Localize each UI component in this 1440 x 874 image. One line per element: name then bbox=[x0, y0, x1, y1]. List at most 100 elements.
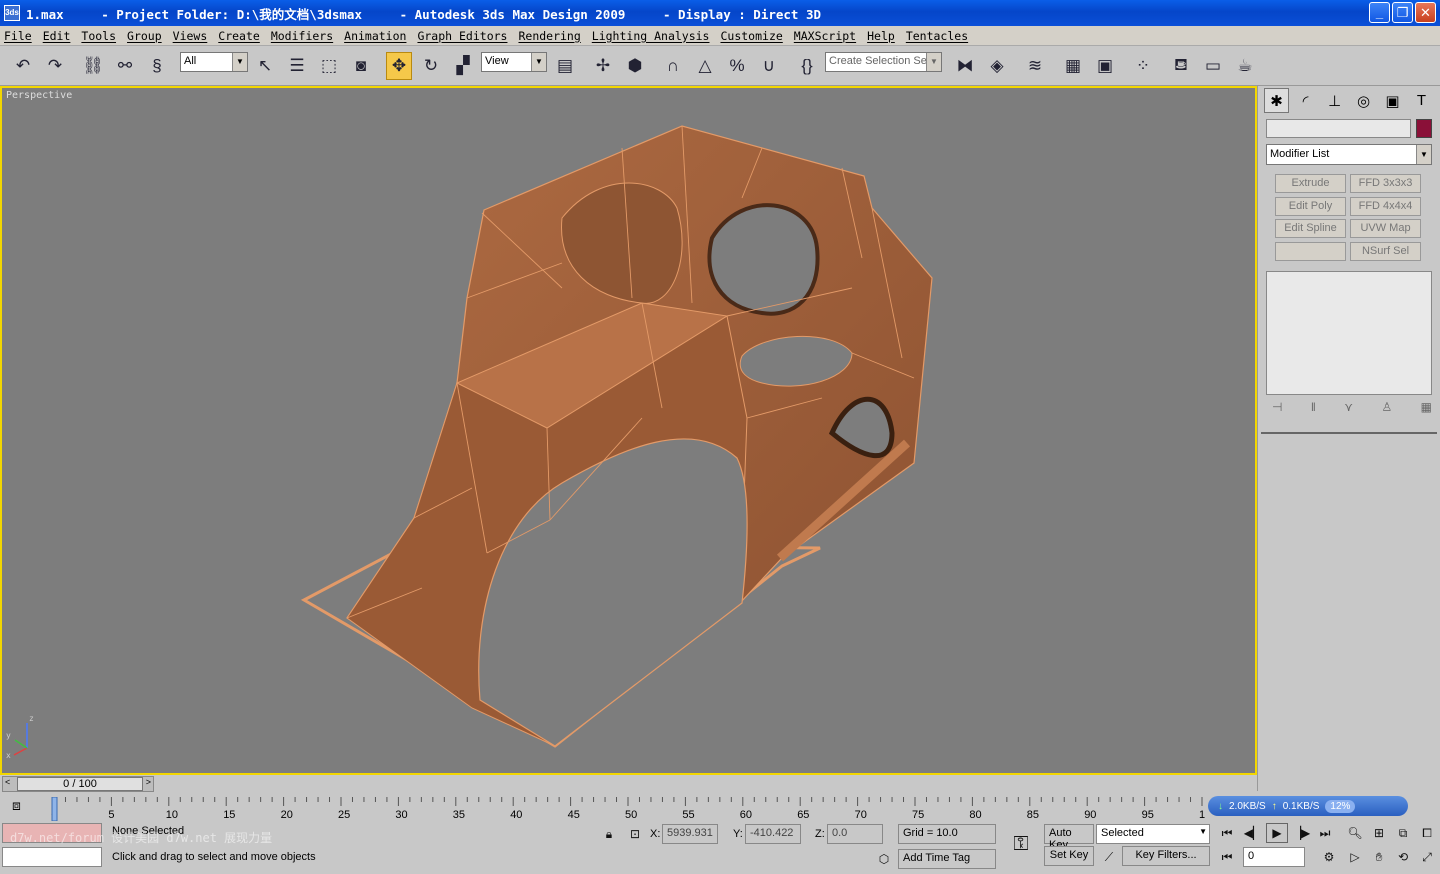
display-tab-icon[interactable]: ▣ bbox=[1380, 88, 1405, 113]
menu-tools[interactable]: Tools bbox=[81, 29, 116, 43]
modifier-button-ffd-4x4x4[interactable]: FFD 4x4x4 bbox=[1350, 197, 1421, 216]
maximize-viewport-icon[interactable]: ⤢ bbox=[1416, 847, 1438, 867]
modifier-button-nsurf-sel[interactable]: NSurf Sel bbox=[1350, 242, 1421, 261]
menu-tentacles[interactable]: Tentacles bbox=[906, 29, 968, 43]
default-tangents-icon[interactable]: ⟋ bbox=[1098, 847, 1120, 867]
current-frame-field[interactable]: 0 bbox=[1243, 847, 1305, 867]
set-keys-key-icon[interactable]: ⚿ bbox=[1008, 831, 1034, 857]
minimize-button[interactable]: _ bbox=[1369, 2, 1390, 23]
zoom-extents-all-icon[interactable]: ⧠ bbox=[1416, 823, 1438, 843]
selection-filter-dropdown[interactable]: All ▼ bbox=[180, 52, 248, 72]
rectangular-selection-icon[interactable]: ⬚ bbox=[316, 52, 342, 80]
add-time-tag-button[interactable]: Add Time Tag bbox=[898, 849, 996, 869]
remove-modifier-icon[interactable]: ♙ bbox=[1381, 400, 1392, 414]
chevron-right-icon[interactable]: > bbox=[146, 777, 151, 787]
set-key-button[interactable]: Set Key bbox=[1044, 846, 1094, 866]
menu-edit[interactable]: Edit bbox=[43, 29, 71, 43]
select-and-scale-icon[interactable]: ▞ bbox=[450, 52, 476, 80]
quick-render-icon[interactable]: ☕ bbox=[1232, 52, 1258, 80]
previous-frame-icon[interactable]: ◀▏ bbox=[1242, 823, 1264, 843]
modifier-button-extrude[interactable]: Extrude bbox=[1275, 174, 1346, 193]
x-coordinate-field[interactable]: 5939.931 bbox=[662, 824, 718, 844]
configure-modifier-sets-icon[interactable]: ▦ bbox=[1421, 400, 1432, 414]
select-and-manipulate-icon[interactable]: ✢ bbox=[590, 52, 616, 80]
schematic-view-icon[interactable]: ▣ bbox=[1092, 52, 1118, 80]
motion-tab-icon[interactable]: ◎ bbox=[1351, 88, 1376, 113]
absolute-mode-transform-icon[interactable]: ⊡ bbox=[624, 824, 646, 844]
hierarchy-tab-icon[interactable]: ⊥ bbox=[1322, 88, 1347, 113]
layer-manager-icon[interactable]: ≋ bbox=[1022, 52, 1048, 80]
3ds-max-icon[interactable]: 3ds bbox=[4, 5, 20, 21]
go-to-start-icon[interactable]: ⏮ bbox=[1216, 823, 1238, 843]
zoom-extents-icon[interactable]: ⧉ bbox=[1392, 823, 1414, 843]
window-crossing-icon[interactable]: ◙ bbox=[348, 52, 374, 80]
maxscript-input[interactable] bbox=[2, 847, 102, 867]
menu-views[interactable]: Views bbox=[173, 29, 208, 43]
menu-file[interactable]: File bbox=[4, 29, 32, 43]
mirror-icon[interactable]: ⧓ bbox=[952, 52, 978, 80]
next-frame-icon[interactable]: ▕▶ bbox=[1290, 823, 1312, 843]
zoom-all-icon[interactable]: ⊞ bbox=[1368, 823, 1390, 843]
render-setup-icon[interactable]: ⛾ bbox=[1168, 52, 1194, 80]
modifier-button-ffd-3x3x3[interactable]: FFD 3x3x3 bbox=[1350, 174, 1421, 193]
time-tag-icon[interactable]: ⬡ bbox=[873, 849, 895, 869]
modifier-button-uvw-map[interactable]: UVW Map bbox=[1350, 219, 1421, 238]
modifier-list-dropdown[interactable]: Modifier List ▼ bbox=[1266, 144, 1432, 165]
utilities-tab-icon[interactable]: T bbox=[1409, 88, 1434, 113]
object-name-field[interactable] bbox=[1266, 119, 1411, 138]
key-mode-toggle-icon[interactable]: ⏮ bbox=[1216, 847, 1238, 867]
chevron-left-icon[interactable]: < bbox=[5, 777, 10, 787]
menu-customize[interactable]: Customize bbox=[720, 29, 782, 43]
reference-coordinate-dropdown[interactable]: View ▼ bbox=[481, 52, 547, 72]
auto-key-button[interactable]: Auto Key bbox=[1044, 824, 1094, 851]
modifier-button-edit-spline[interactable]: Edit Spline bbox=[1275, 219, 1346, 238]
lock-selection-icon[interactable]: 🔒︎ bbox=[598, 824, 620, 844]
orbit-icon[interactable]: ⟲ bbox=[1392, 847, 1414, 867]
align-icon[interactable]: ◈ bbox=[984, 52, 1010, 80]
maximize-button[interactable]: ❐ bbox=[1392, 2, 1413, 23]
pan-view-icon[interactable]: ✋︎ bbox=[1368, 847, 1390, 867]
create-tab-icon[interactable]: ✱ bbox=[1264, 88, 1289, 113]
menu-group[interactable]: Group bbox=[127, 29, 162, 43]
menu-help[interactable]: Help bbox=[867, 29, 895, 43]
rendered-frame-window-icon[interactable]: ▭ bbox=[1200, 52, 1226, 80]
select-and-move-icon[interactable]: ✥ bbox=[386, 52, 412, 80]
open-mini-curve-editor-icon[interactable]: ⧈ bbox=[12, 797, 32, 815]
perspective-viewport[interactable]: Perspective z y x bbox=[0, 86, 1257, 775]
named-selection-dropdown[interactable]: Create Selection Set ▼ bbox=[825, 52, 942, 72]
pin-stack-icon[interactable]: ⊣ bbox=[1272, 400, 1282, 414]
object-color-swatch[interactable] bbox=[1416, 119, 1432, 138]
menu-modifiers[interactable]: Modifiers bbox=[271, 29, 333, 43]
key-mode-dropdown[interactable]: Selected ▼ bbox=[1096, 824, 1210, 844]
select-and-rotate-icon[interactable]: ↻ bbox=[418, 52, 444, 80]
unlink-selection-icon[interactable]: ⚯ bbox=[112, 52, 138, 80]
angle-snap-icon[interactable]: △ bbox=[692, 52, 718, 80]
field-of-view-icon[interactable]: ▷ bbox=[1344, 847, 1366, 867]
time-configuration-icon[interactable]: ⚙ bbox=[1318, 847, 1340, 867]
menu-maxscript[interactable]: MAXScript bbox=[794, 29, 856, 43]
undo-icon[interactable]: ↶ bbox=[10, 52, 36, 80]
key-filters-button[interactable]: Key Filters... bbox=[1122, 846, 1210, 866]
play-icon[interactable]: ▶ bbox=[1266, 823, 1288, 843]
menu-graph-editors[interactable]: Graph Editors bbox=[417, 29, 507, 43]
menu-lighting-analysis[interactable]: Lighting Analysis bbox=[592, 29, 710, 43]
time-slider-track[interactable]: < 0 / 100 > bbox=[2, 776, 154, 792]
modifier-stack[interactable] bbox=[1266, 271, 1432, 395]
3d-model[interactable]: z y x bbox=[2, 88, 1255, 773]
bind-to-space-warp-icon[interactable]: § bbox=[144, 52, 170, 80]
go-to-end-icon[interactable]: ⏭ bbox=[1314, 823, 1336, 843]
menu-animation[interactable]: Animation bbox=[344, 29, 406, 43]
modify-tab-icon[interactable]: ◜ bbox=[1293, 88, 1318, 113]
y-coordinate-field[interactable]: -410.422 bbox=[745, 824, 801, 844]
select-and-link-icon[interactable]: ⛓ bbox=[80, 52, 106, 80]
modifier-button-edit-poly[interactable]: Edit Poly bbox=[1275, 197, 1346, 216]
keyboard-shortcut-override-icon[interactable]: ⬢ bbox=[622, 52, 648, 80]
material-editor-icon[interactable]: ⁘ bbox=[1130, 52, 1156, 80]
pivot-center-icon[interactable]: ▤ bbox=[552, 52, 578, 80]
frame-ruler[interactable]: 0510152025303540455055606570758085909510… bbox=[50, 797, 1205, 821]
snaps-toggle-icon[interactable]: ∩ bbox=[660, 52, 686, 80]
make-unique-icon[interactable]: ⋎ bbox=[1344, 400, 1353, 414]
track-bar[interactable]: ⧈ 05101520253035404550556065707580859095… bbox=[0, 793, 1210, 821]
edit-named-selection-icon[interactable]: {} bbox=[794, 52, 820, 80]
z-coordinate-field[interactable]: 0.0 bbox=[827, 824, 883, 844]
